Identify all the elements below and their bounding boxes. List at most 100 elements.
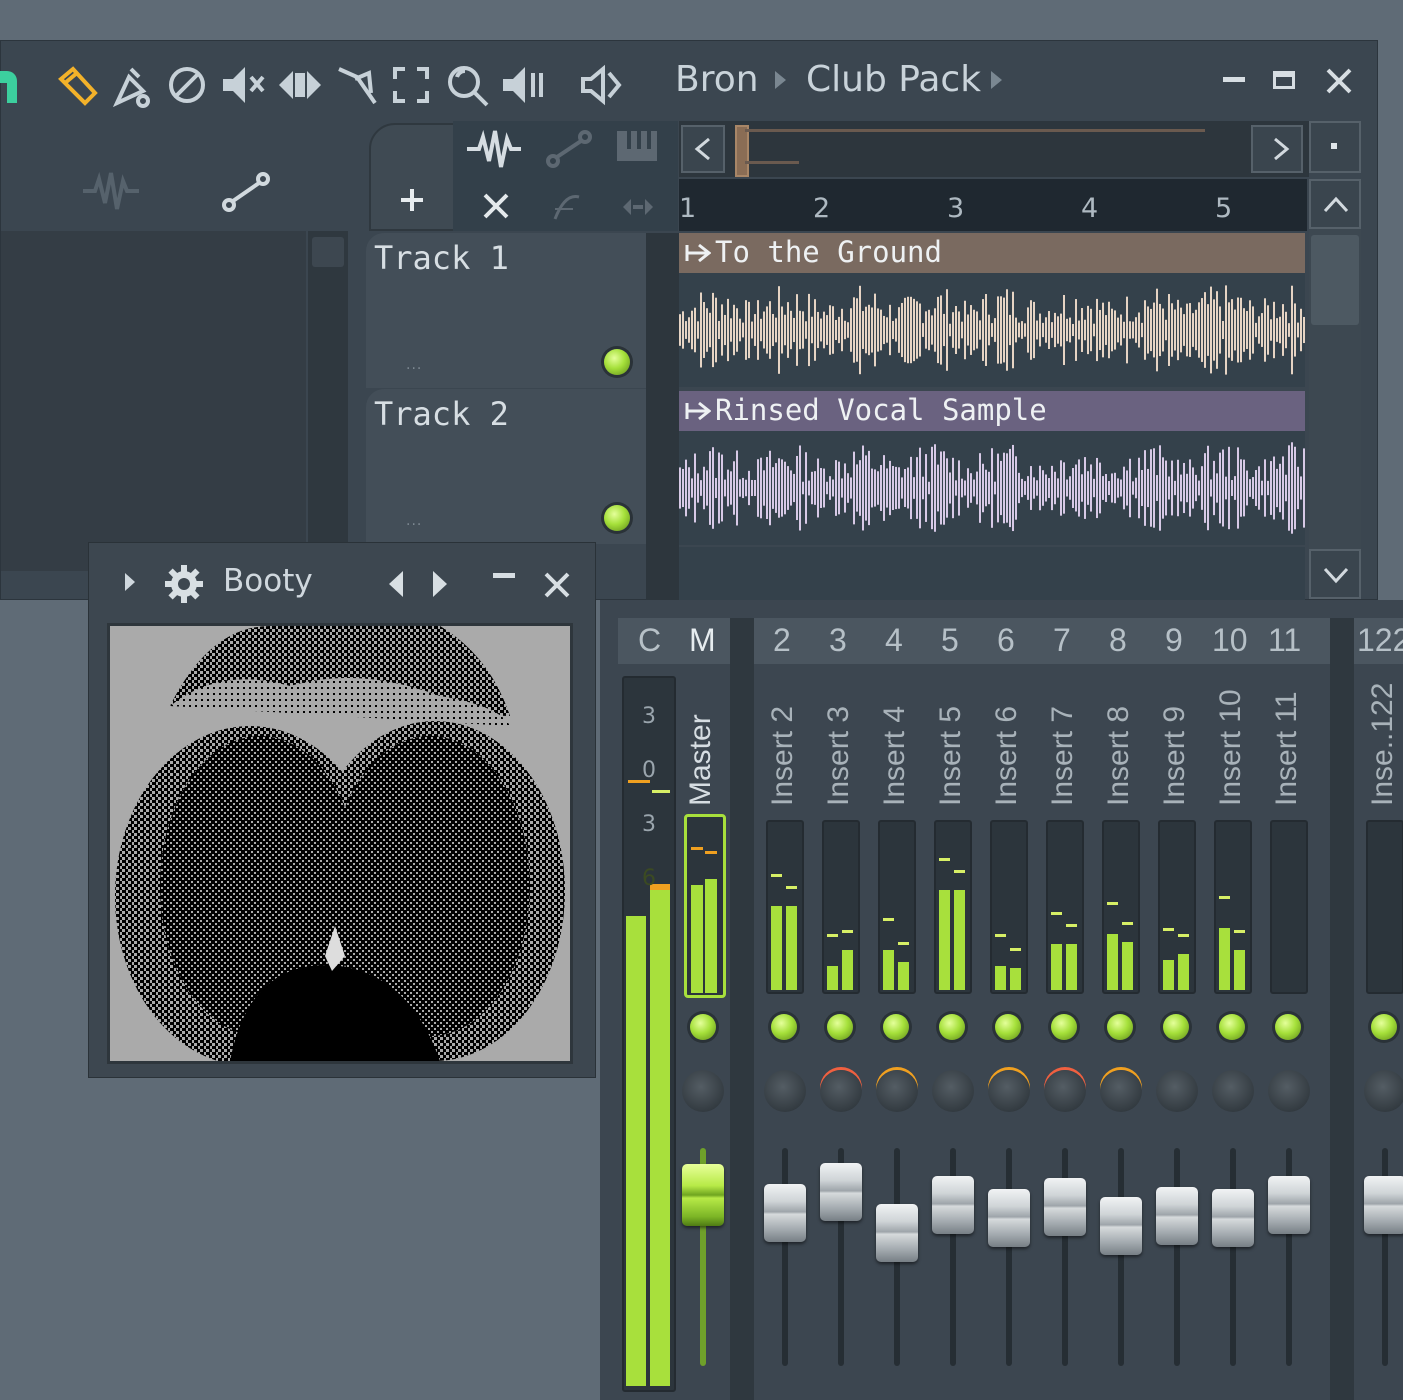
plugin-display[interactable] [107,623,573,1064]
insert-enable-led[interactable] [771,1014,797,1040]
timeline-overview[interactable] [679,121,1309,177]
automation-icon[interactable] [221,171,271,213]
mute-icon[interactable] [219,63,267,107]
time-ruler[interactable]: 1 2 3 4 5 [679,179,1307,231]
vertical-scrollbar[interactable] [1309,179,1361,599]
insert-volume-fader[interactable] [1364,1176,1403,1234]
insert-volume-fader[interactable] [1212,1189,1254,1247]
insert-enable-led[interactable] [939,1014,965,1040]
track-menu-dots[interactable]: ... [406,513,422,529]
gear-icon[interactable] [163,563,205,605]
insert-pan-knob[interactable] [876,1070,918,1112]
browser-scrollbar[interactable] [308,231,348,571]
insert-meter[interactable] [1046,820,1084,994]
playhead-marker[interactable] [735,125,749,177]
insert-pan-knob[interactable] [1268,1070,1310,1112]
insert-pan-knob[interactable] [1212,1070,1254,1112]
slip-icon[interactable] [277,65,323,105]
insert-meter[interactable] [1366,820,1403,994]
insert-pan-knob[interactable] [932,1070,974,1112]
next-preset-icon[interactable] [431,569,449,599]
speaker-icon[interactable] [577,63,625,109]
insert-enable-led[interactable] [827,1014,853,1040]
audio-clip-header[interactable]: Rinsed Vocal Sample [679,391,1305,431]
insert-enable-led[interactable] [883,1014,909,1040]
curve-icon[interactable] [551,191,581,223]
playback-icon[interactable] [499,63,547,109]
track-enable-led[interactable] [604,349,630,375]
cut-icon[interactable] [481,191,511,221]
delete-icon[interactable] [167,65,207,105]
insert-volume-fader[interactable] [764,1184,806,1242]
empty-track-row[interactable] [679,547,1305,601]
insert-meter[interactable] [766,820,804,994]
clip-menu-icon[interactable] [685,401,711,421]
zoom-icon[interactable] [445,63,491,109]
insert-meter[interactable] [934,820,972,994]
close-icon[interactable] [543,571,571,599]
insert-meter[interactable] [822,820,860,994]
stretch-icon[interactable] [621,197,655,217]
insert-meter[interactable] [1214,820,1252,994]
insert-volume-fader[interactable] [1156,1187,1198,1245]
insert-volume-fader[interactable] [1268,1176,1310,1234]
previous-preset-icon[interactable] [387,569,405,599]
close-icon[interactable] [1325,67,1353,95]
insert-volume-fader[interactable] [1100,1197,1142,1255]
insert-meter[interactable] [878,820,916,994]
add-icon[interactable] [399,187,425,213]
insert-meter[interactable] [990,820,1028,994]
minimize-icon[interactable] [493,573,515,578]
browser-panel[interactable] [1,231,306,571]
insert-pan-knob[interactable] [1364,1070,1403,1112]
breadcrumb-bron[interactable]: Bron [675,59,759,100]
waveform-icon[interactable] [81,169,141,213]
insert-enable-led[interactable] [1107,1014,1133,1040]
insert-meter[interactable] [1270,820,1308,994]
breadcrumb-club-pack[interactable]: Club Pack [806,59,981,100]
scrollbar-button[interactable] [312,237,344,267]
insert-volume-fader[interactable] [1044,1178,1086,1236]
insert-pan-knob[interactable] [988,1070,1030,1112]
track-enable-led[interactable] [604,505,630,531]
scroll-down-button[interactable] [1309,549,1361,599]
insert-enable-led[interactable] [1051,1014,1077,1040]
slice-icon[interactable] [335,63,379,109]
select-icon[interactable] [391,65,431,105]
insert-pan-knob[interactable] [820,1070,862,1112]
track-menu-dots[interactable]: ... [406,357,422,373]
waveform-icon[interactable] [465,129,523,169]
magnet-icon[interactable] [0,67,19,107]
insert-pan-knob[interactable] [1156,1070,1198,1112]
insert-volume-fader[interactable] [820,1163,862,1221]
minimize-icon[interactable] [1223,77,1245,82]
scroll-up-button[interactable] [1309,179,1361,229]
insert-volume-fader[interactable] [876,1204,918,1262]
clip-menu-icon[interactable] [685,243,711,263]
audio-clip-waveform[interactable] [679,431,1305,545]
insert-pan-knob[interactable] [1044,1070,1086,1112]
insert-enable-led[interactable] [1371,1014,1397,1040]
pattern-tab[interactable] [369,123,455,231]
track-header[interactable]: Track 1 ... [366,233,646,388]
insert-pan-knob[interactable] [1100,1070,1142,1112]
scroll-left-button[interactable] [681,125,725,173]
insert-pan-knob[interactable] [764,1070,806,1112]
paint-icon[interactable] [109,63,155,109]
pencil-icon[interactable] [55,63,99,107]
insert-meter[interactable] [1102,820,1140,994]
track-header[interactable]: Track 2 ... [366,389,646,544]
insert-volume-fader[interactable] [932,1176,974,1234]
insert-enable-led[interactable] [1163,1014,1189,1040]
maximize-icon[interactable] [1273,71,1295,89]
audio-clip-header[interactable]: To the Ground [679,233,1305,273]
expand-arrow-icon[interactable] [125,573,135,591]
piano-icon[interactable] [615,129,659,163]
timeline-menu-button[interactable] [1309,121,1361,173]
insert-volume-fader[interactable] [988,1189,1030,1247]
insert-enable-led[interactable] [1275,1014,1301,1040]
scrollbar-thumb[interactable] [1311,235,1359,325]
scroll-right-button[interactable] [1251,125,1303,173]
insert-enable-led[interactable] [1219,1014,1245,1040]
audio-clip-waveform[interactable] [679,273,1305,387]
